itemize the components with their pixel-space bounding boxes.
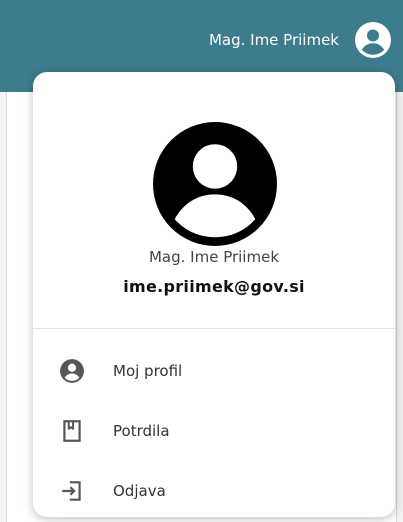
header-user-name: Mag. Ime Priimek (208, 31, 339, 49)
menu-item-odjava[interactable]: Odjava (33, 461, 395, 517)
background-panel-edge-left (0, 92, 7, 522)
user-menu-list: Moj profil Potrdila Odjava (33, 329, 395, 517)
menu-item-potrdila[interactable]: Potrdila (33, 401, 395, 461)
certificate-book-icon (59, 418, 85, 444)
logout-icon (59, 478, 85, 504)
profile-email: ime.priimek@gov.si (123, 277, 305, 296)
menu-item-label: Odjava (113, 482, 166, 500)
account-circle-icon[interactable] (355, 22, 391, 58)
menu-item-moj-profil[interactable]: Moj profil (33, 341, 395, 401)
app-page: Mag. Ime Priimek Mag. Ime Priimek ime.pr… (0, 0, 403, 522)
profile-name: Mag. Ime Priimek (148, 248, 280, 266)
account-circle-icon (59, 358, 85, 384)
menu-item-label: Moj profil (113, 362, 183, 380)
user-dropdown-menu: Mag. Ime Priimek ime.priimek@gov.si Moj … (33, 72, 395, 517)
account-circle-icon (153, 122, 277, 246)
profile-summary: Mag. Ime Priimek ime.priimek@gov.si (33, 72, 395, 329)
menu-item-label: Potrdila (113, 422, 170, 440)
background-panel-edge-right (396, 92, 403, 522)
